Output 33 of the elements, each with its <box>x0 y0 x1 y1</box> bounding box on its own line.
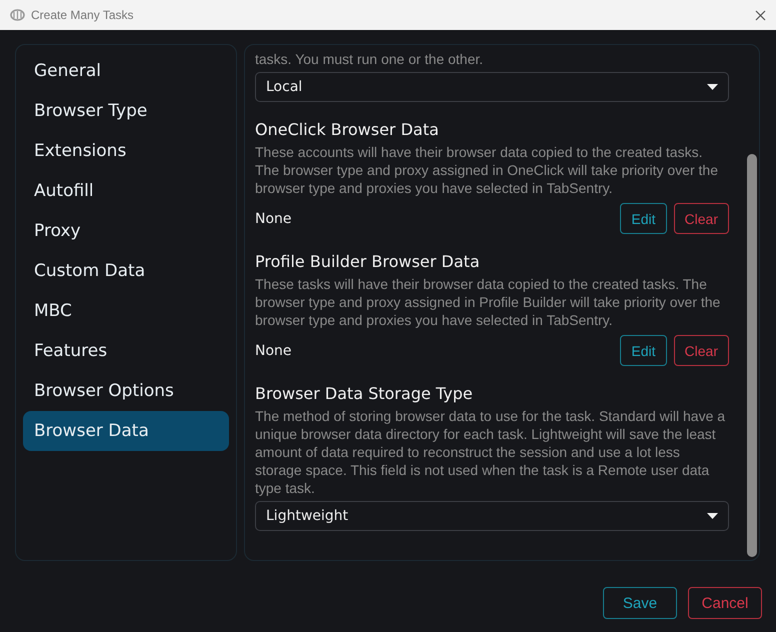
dropdown[interactable]: Lightweight <box>255 501 729 531</box>
save-button[interactable]: Save <box>603 587 677 619</box>
caret-icon <box>707 513 718 519</box>
section-title: Browser Data Storage Type <box>255 384 474 404</box>
edit-button[interactable]: Edit <box>620 335 667 366</box>
scrollbar-thumb[interactable] <box>747 154 757 557</box>
section-description: These accounts will have their browser data copied to the created tasks. The browser type and proxy assigned in OneClick will take priority over the browser type and proxies you have selected in TabSentry. <box>255 143 719 197</box>
clear-button[interactable]: Clear <box>674 203 729 234</box>
section-title: OneClick Browser Data <box>255 120 440 140</box>
sidebar-item[interactable]: MBC <box>23 291 229 331</box>
sidebar-item[interactable]: Custom Data <box>23 251 229 291</box>
section-title: Profile Builder Browser Data <box>255 252 481 272</box>
section-description: tasks. You must run one or the other. <box>255 50 484 68</box>
sidebar-item[interactable]: General <box>23 51 229 91</box>
value-text: None <box>255 342 293 358</box>
edit-button[interactable]: Edit <box>620 203 667 234</box>
sidebar-item[interactable]: Browser Type <box>23 91 229 131</box>
sidebar-item[interactable]: Features <box>23 331 229 371</box>
sidebar-item[interactable]: Proxy <box>23 211 229 251</box>
value-text: None <box>255 210 293 226</box>
window-title: Create Many Tasks <box>31 8 134 22</box>
section-description: These tasks will have their browser data copied to the created tasks. The browser type and proxy assigned in Profile Builder will take priority over the browser type and proxies you have selected in TabSentry. <box>255 275 722 329</box>
dropdown[interactable]: Local <box>255 72 729 102</box>
sidebar-item[interactable]: Browser Data <box>23 411 229 451</box>
sidebar-item[interactable]: Browser Options <box>23 371 229 411</box>
section-description: The method of storing browser data to use for the task. Standard will have a unique browser data directory for each task. Lightweight will save the least amount of data required to reconstruct the session and use a lot less storage space. This field is not used when the task is a Remote user data type task. <box>255 407 726 497</box>
sidebar-item[interactable]: Autofill <box>23 171 229 211</box>
close-icon[interactable] <box>755 10 766 20</box>
app-icon <box>10 9 25 21</box>
sidebar-item[interactable]: Extensions <box>23 131 229 171</box>
clear-button[interactable]: Clear <box>674 335 729 366</box>
cancel-button[interactable]: Cancel <box>688 587 762 619</box>
caret-icon <box>707 84 718 90</box>
